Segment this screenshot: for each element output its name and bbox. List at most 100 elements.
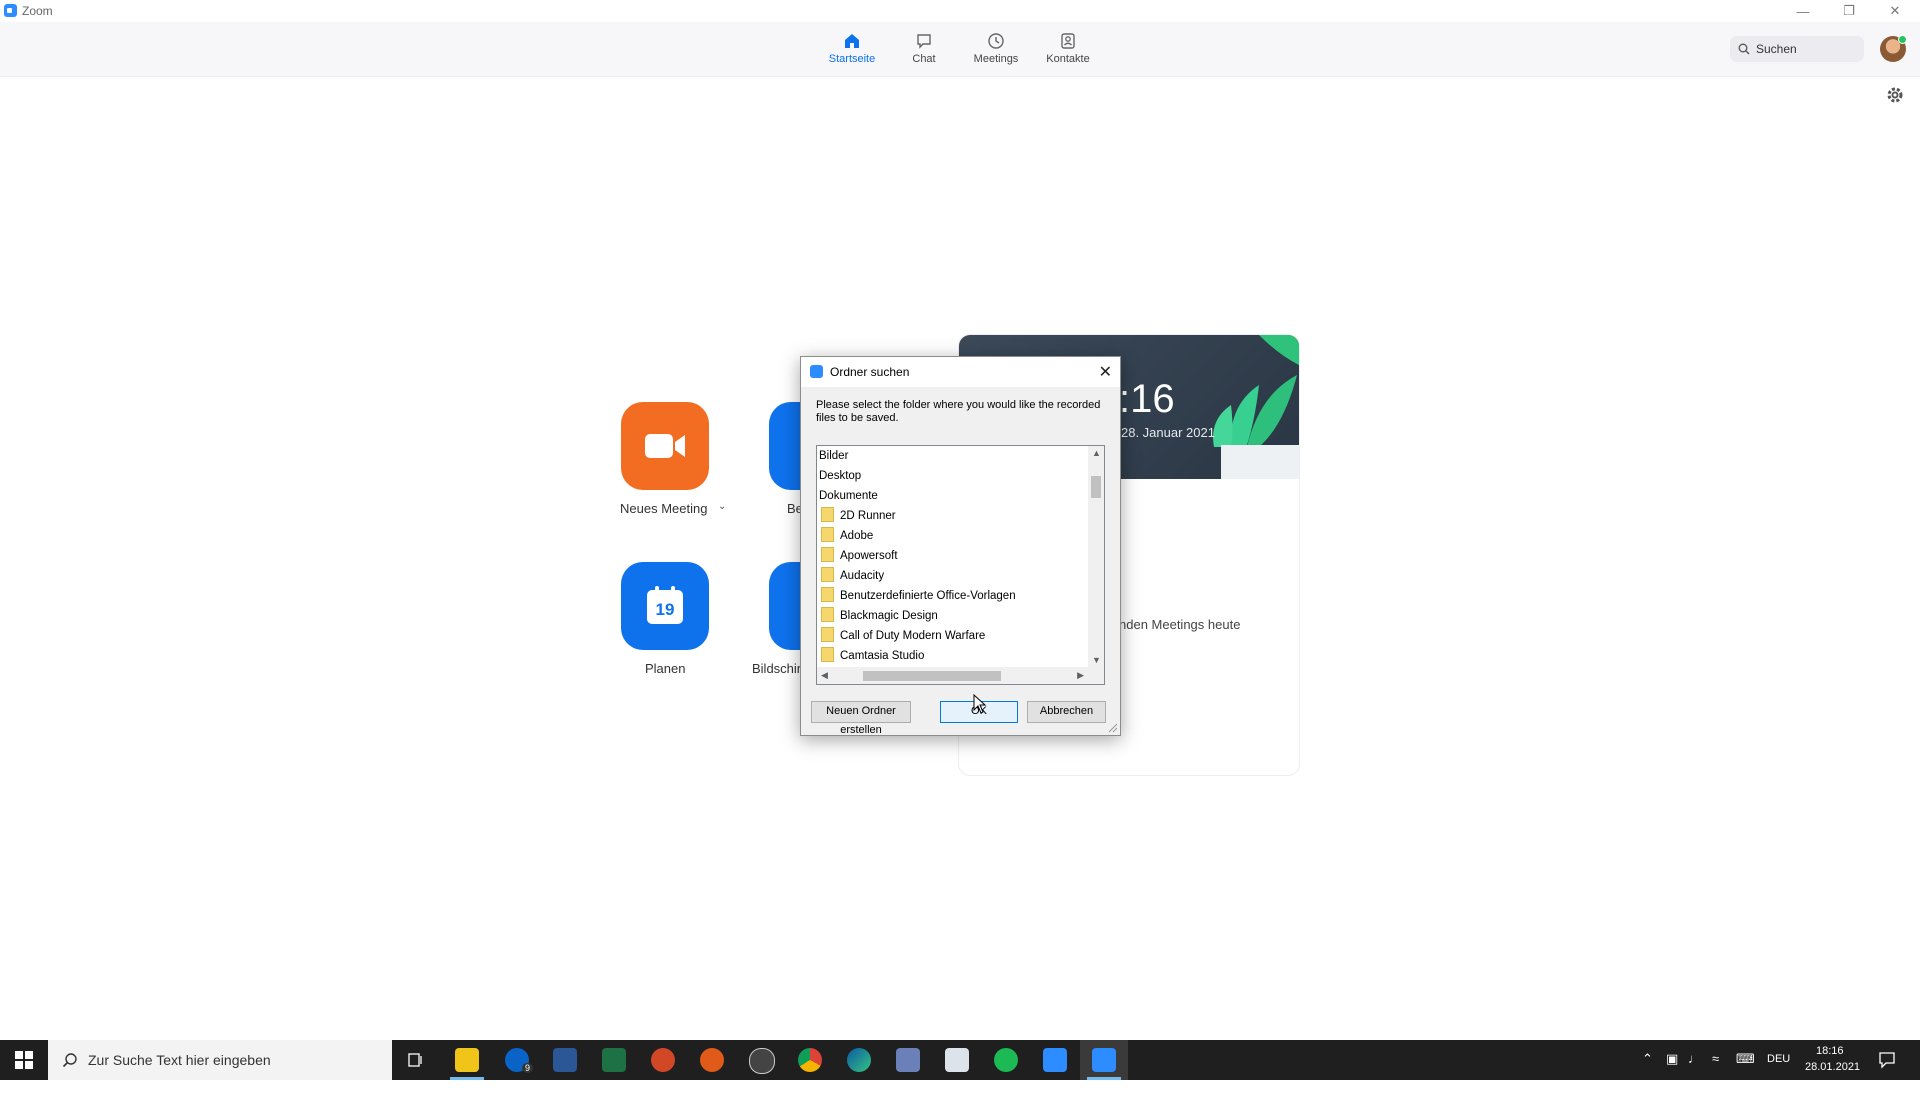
taskbar-search-box[interactable]: Zur Suche Text hier eingeben: [48, 1040, 392, 1080]
nav-tab-chat[interactable]: Chat: [889, 30, 959, 74]
dialog-description: Please select the folder where you would…: [816, 399, 1101, 424]
scroll-up-icon[interactable]: ▲: [1092, 448, 1101, 458]
window-title: Zoom: [22, 4, 53, 18]
file-explorer-icon[interactable]: [455, 1048, 479, 1072]
minimize-button[interactable]: —: [1780, 0, 1826, 22]
tree-item-camtasia-studio[interactable]: Camtasia Studio: [821, 646, 924, 666]
search-icon: [1738, 43, 1750, 55]
share-screen-label: Bildschir: [752, 661, 802, 676]
horizontal-scroll-thumb[interactable]: [863, 671, 1001, 681]
taskbar-search-placeholder: Zur Suche Text hier eingeben: [88, 1052, 271, 1068]
obs-icon[interactable]: [749, 1048, 775, 1074]
home-icon: [845, 34, 859, 48]
chat-icon: [917, 34, 931, 49]
app-icon[interactable]: [896, 1048, 920, 1072]
zoom-icon[interactable]: [1092, 1048, 1116, 1072]
mouse-cursor-icon: [973, 694, 987, 714]
spotify-icon[interactable]: [994, 1048, 1018, 1072]
contacts-icon: [1061, 33, 1075, 49]
resize-grip-icon[interactable]: [1108, 723, 1118, 733]
calendar-day: 19: [655, 600, 675, 619]
top-navigation: Startseite Chat Meetings Kontakte Suchen: [0, 22, 1920, 77]
folder-icon: [821, 627, 834, 642]
search-label: Suchen: [1756, 42, 1797, 56]
folder-tree[interactable]: Bilder Desktop Dokumente 2D Runner Adobe…: [816, 445, 1105, 685]
language-indicator[interactable]: DEU: [1767, 1053, 1790, 1093]
zoom-icon[interactable]: [1043, 1048, 1067, 1072]
tree-item-office-vorlagen[interactable]: Benutzerdefinierte Office-Vorlagen: [821, 586, 1016, 606]
tree-item-desktop[interactable]: Desktop: [819, 466, 861, 486]
search-icon: [62, 1053, 77, 1068]
folder-icon: [821, 547, 834, 562]
word-icon[interactable]: [553, 1048, 577, 1072]
tree-item-bilder[interactable]: Bilder: [819, 446, 848, 466]
tree-item-call-of-duty[interactable]: Call of Duty Modern Warfare: [821, 626, 985, 646]
schedule-button[interactable]: 19: [621, 562, 709, 650]
clock-date: 28. Januar 2021: [1121, 425, 1215, 440]
powerpoint-icon[interactable]: [651, 1048, 675, 1072]
nav-tab-label: Kontakte: [1046, 53, 1090, 65]
restore-button[interactable]: ❐: [1826, 0, 1872, 22]
scroll-right-icon[interactable]: ▶: [1077, 670, 1084, 681]
windows-start-icon[interactable]: [14, 1050, 34, 1070]
schedule-label: Planen: [645, 661, 686, 676]
notification-icon[interactable]: [1878, 1051, 1896, 1069]
nav-tab-meetings[interactable]: Meetings: [961, 30, 1031, 74]
tree-item-audacity[interactable]: Audacity: [821, 566, 884, 586]
tree-item-blackmagic-design[interactable]: Blackmagic Design: [821, 606, 938, 626]
dialog-title-bar: Ordner suchen ✕: [801, 357, 1120, 387]
title-bar: Zoom — ❐ ✕: [0, 0, 1920, 22]
cancel-button[interactable]: Abbrechen: [1027, 701, 1106, 723]
excel-icon[interactable]: [602, 1048, 626, 1072]
scroll-left-icon[interactable]: ◀: [821, 670, 828, 681]
dialog-title: Ordner suchen: [830, 365, 910, 379]
volume-icon[interactable]: ♩: [1688, 1051, 1701, 1091]
nav-tab-contacts[interactable]: Kontakte: [1033, 30, 1103, 74]
tree-item-adobe[interactable]: Adobe: [821, 526, 873, 546]
no-meetings-text: nden Meetings heute: [1119, 617, 1241, 632]
nav-tab-label: Chat: [912, 53, 936, 65]
nav-tab-label: Meetings: [973, 53, 1019, 65]
taskbar-date[interactable]: 28.01.2021: [1805, 1061, 1860, 1101]
folder-icon: [821, 527, 834, 542]
new-meeting-label: Neues Meeting: [620, 501, 708, 516]
wifi-icon[interactable]: ≈: [1712, 1051, 1719, 1091]
horizontal-scrollbar[interactable]: ◀ ▶: [817, 667, 1088, 684]
notepad-icon[interactable]: [945, 1048, 969, 1072]
camera-tray-icon[interactable]: ▣: [1666, 1051, 1678, 1091]
nav-tab-home[interactable]: Startseite: [817, 30, 887, 74]
edge-icon[interactable]: [847, 1048, 871, 1072]
folder-icon: [821, 647, 834, 662]
scrollbar-corner: [1088, 667, 1104, 684]
join-button[interactable]: [769, 402, 801, 490]
mail-badge: 9: [522, 1063, 534, 1073]
tray-expand-icon[interactable]: ⌃: [1642, 1051, 1653, 1091]
new-folder-button[interactable]: Neuen Ordner erstellen: [811, 701, 911, 736]
chrome-icon[interactable]: [798, 1048, 822, 1072]
gear-icon[interactable]: [1886, 86, 1904, 104]
clock-icon: [988, 33, 1004, 49]
scroll-down-icon[interactable]: ▼: [1092, 655, 1101, 665]
new-meeting-button[interactable]: [621, 402, 709, 490]
folder-icon: [821, 567, 834, 582]
task-view-icon[interactable]: [407, 1051, 425, 1069]
windows-taskbar: Zur Suche Text hier eingeben 9 ⌃ ▣ ♩ ≈ ⌨…: [0, 1040, 1920, 1080]
avatar[interactable]: [1880, 35, 1907, 62]
close-icon[interactable]: ✕: [1099, 362, 1112, 382]
app-icon[interactable]: [700, 1048, 724, 1072]
clock-time: :16: [1119, 377, 1175, 421]
nav-tab-label: Startseite: [828, 53, 876, 65]
share-screen-button[interactable]: [769, 562, 801, 650]
folder-icon: [821, 507, 834, 522]
vertical-scrollbar[interactable]: ▲ ▼: [1088, 446, 1104, 667]
vertical-scroll-thumb[interactable]: [1091, 476, 1101, 498]
chevron-down-icon[interactable]: ⌄: [718, 501, 726, 512]
keyboard-icon[interactable]: ⌨: [1736, 1051, 1755, 1091]
folder-icon: [821, 607, 834, 622]
tree-item-apowersoft[interactable]: Apowersoft: [821, 546, 898, 566]
close-window-button[interactable]: ✕: [1872, 0, 1918, 22]
folder-icon: [821, 587, 834, 602]
tree-item-dokumente[interactable]: Dokumente: [819, 486, 878, 506]
search-field[interactable]: Suchen: [1730, 36, 1864, 62]
tree-item-2d-runner[interactable]: 2D Runner: [821, 506, 896, 526]
